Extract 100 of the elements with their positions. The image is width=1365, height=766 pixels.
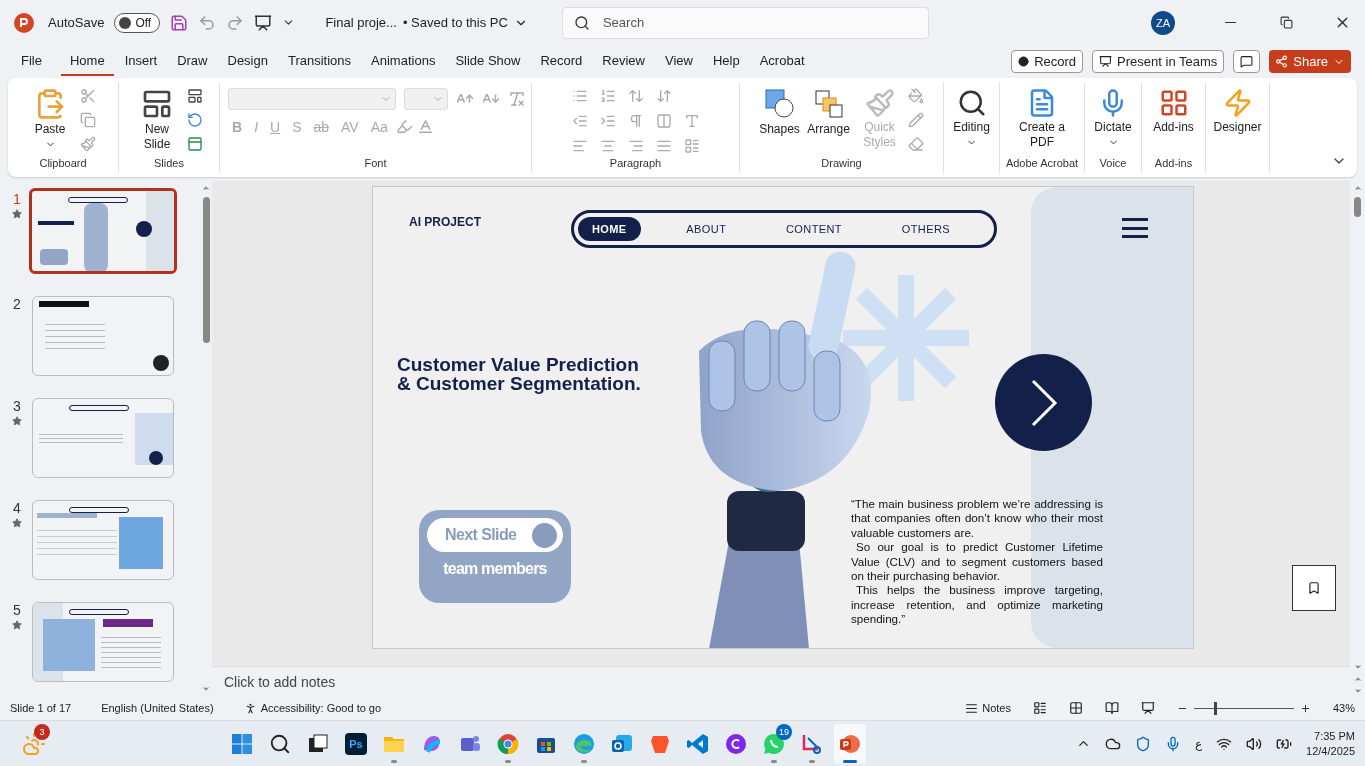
animation-star-icon <box>12 416 22 426</box>
ribbon-tab[interactable]: View <box>656 47 702 76</box>
volume-icon[interactable] <box>1246 735 1263 752</box>
decrease-indent-icon[interactable] <box>571 113 588 129</box>
reading-view-icon[interactable] <box>1104 701 1119 715</box>
bullets-icon[interactable] <box>571 88 588 104</box>
document-title[interactable]: Final proje... • Saved to this PC <box>325 15 528 30</box>
smartart-icon[interactable] <box>683 138 700 154</box>
input-indicator[interactable]: ع <box>1195 736 1203 751</box>
weather-widget[interactable]: 3 <box>18 723 50 764</box>
bookmark-button[interactable] <box>1292 565 1336 611</box>
ribbon-tab[interactable]: Review <box>593 47 654 76</box>
line-spacing-icon[interactable] <box>627 88 644 104</box>
increase-indent-icon[interactable] <box>599 113 616 129</box>
slide-count: Slide 1 of 17 <box>10 702 72 714</box>
save-icon[interactable] <box>170 13 189 32</box>
slide-sorter-icon[interactable] <box>1068 701 1083 715</box>
comments-button[interactable] <box>1233 50 1261 73</box>
align-left-icon[interactable] <box>571 138 588 154</box>
arrange-button[interactable]: Arrange <box>805 86 852 157</box>
ribbon-tab[interactable]: Animations <box>362 47 445 76</box>
taskbar-app[interactable]: Ps <box>340 724 372 764</box>
share-button[interactable]: Share <box>1269 50 1351 73</box>
ribbon-tab[interactable]: Help <box>703 47 749 76</box>
shield-icon[interactable] <box>1135 735 1152 752</box>
search-field[interactable]: Search <box>561 6 929 39</box>
brush-icon <box>864 88 895 118</box>
ribbon-tab[interactable]: Acrobat <box>750 47 814 76</box>
record-button[interactable]: Record <box>1011 50 1084 73</box>
zoom-level[interactable]: 43% <box>1332 702 1355 714</box>
undo-icon[interactable] <box>198 13 217 32</box>
present-in-teams-button[interactable]: Present in Teams <box>1092 50 1225 73</box>
slide-thumbnail[interactable] <box>29 188 177 274</box>
group-label: Paragraph <box>608 157 663 171</box>
cut-icon[interactable] <box>80 88 96 104</box>
align-right-icon[interactable] <box>627 138 644 154</box>
format-painter-icon[interactable] <box>80 136 96 152</box>
ribbon-tab[interactable]: Slide Show <box>446 47 530 76</box>
ribbon-tab[interactable]: Insert <box>115 47 167 76</box>
slide-thumbnail[interactable] <box>32 602 174 682</box>
next-slide-icon <box>1352 686 1363 696</box>
slide-title: Customer Value Prediction & Customer Segmentation. <box>397 355 642 393</box>
create-pdf-button[interactable]: Create a PDF <box>1012 86 1072 157</box>
normal-view-icon[interactable] <box>1032 701 1047 715</box>
notes-placeholder[interactable]: Click to add notes <box>224 673 336 690</box>
editing-button[interactable]: Editing <box>949 86 994 173</box>
zoom-in-icon[interactable] <box>1299 702 1311 714</box>
scrollbar-thumb[interactable] <box>1354 197 1361 217</box>
clock[interactable]: 7:35 PM 12/4/2025 <box>1306 728 1355 759</box>
scroll-up-icon <box>201 183 211 193</box>
numbering-icon[interactable] <box>599 88 616 104</box>
redo-icon[interactable] <box>226 13 245 32</box>
paste-button[interactable]: Paste <box>30 86 70 157</box>
eraser-icon[interactable] <box>907 136 924 152</box>
add-ins-button[interactable]: Add-ins <box>1148 86 1199 157</box>
slide-thumbnail[interactable] <box>32 500 174 580</box>
ribbon-tab[interactable]: Design <box>218 47 277 76</box>
justify-icon[interactable] <box>655 138 672 154</box>
scroll-down-icon <box>201 684 211 694</box>
designer-button[interactable]: Designer <box>1210 86 1265 173</box>
user-avatar[interactable]: ZA <box>1151 10 1175 35</box>
dictate-button[interactable]: Dictate <box>1091 86 1135 157</box>
align-text-icon[interactable] <box>683 113 700 129</box>
ribbon-tab[interactable]: Record <box>531 47 592 76</box>
weather-icon <box>22 731 46 756</box>
taskbar-app[interactable]: 19 <box>758 724 790 764</box>
align-center-icon[interactable] <box>599 138 616 154</box>
text-direction-icon[interactable] <box>655 88 672 104</box>
quote-paragraph: “The main business problem we’re addressing is that companies often don’t know who their most valuable customers are. <box>851 497 1103 541</box>
minimize-icon <box>1224 22 1236 23</box>
section-icon[interactable] <box>187 136 203 152</box>
language-status[interactable]: English (United States) <box>101 702 214 714</box>
columns-icon[interactable] <box>655 113 672 129</box>
slide-logo-text: AI PROJECT <box>409 215 481 229</box>
new-slide-button[interactable]: New Slide <box>135 86 179 157</box>
ribbon-tab[interactable]: Home <box>60 47 114 76</box>
ribbon-tab[interactable]: Transitions <box>278 47 361 76</box>
ribbon-tab[interactable]: Draw <box>168 47 217 76</box>
presentation-icon[interactable] <box>254 13 273 32</box>
slideshow-icon[interactable] <box>1140 701 1155 715</box>
slide-thumbnail[interactable] <box>32 296 174 376</box>
shapes-button[interactable]: Shapes <box>759 86 800 157</box>
search-icon <box>269 733 291 755</box>
scrollbar-thumb[interactable] <box>202 197 210 343</box>
notes-button[interactable]: Notes <box>965 701 1011 715</box>
shape-outline-icon[interactable] <box>907 112 924 128</box>
animation-star-icon <box>12 518 22 528</box>
slide-thumbnail[interactable] <box>32 398 174 478</box>
group-label: Adobe Acrobat <box>1004 157 1080 171</box>
layout-icon[interactable] <box>187 88 203 104</box>
autosave-toggle[interactable]: Off <box>114 12 161 33</box>
slide-number: 3 <box>13 398 21 414</box>
notification-badge: 3 <box>34 723 50 740</box>
presentation-icon <box>1099 55 1113 68</box>
shape-fill-icon[interactable] <box>907 88 924 104</box>
reset-icon[interactable] <box>187 112 203 128</box>
animation-star-icon <box>12 620 22 630</box>
accessibility-status[interactable]: Accessibility: Good to go <box>243 701 382 715</box>
copy-icon[interactable] <box>80 112 96 128</box>
ribbon-tab[interactable]: File <box>12 47 51 76</box>
